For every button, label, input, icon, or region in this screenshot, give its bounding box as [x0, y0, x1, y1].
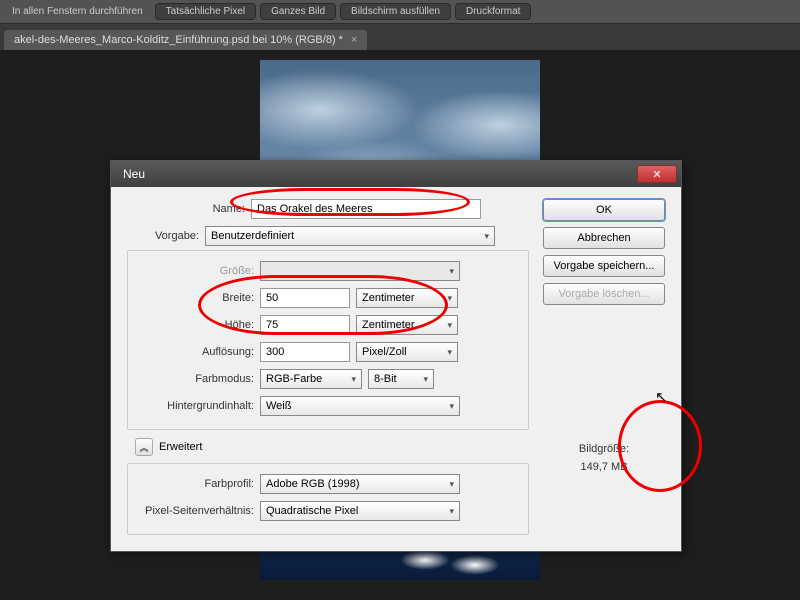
colormode-select[interactable]: RGB-Farbe [260, 369, 362, 389]
width-input[interactable] [260, 288, 350, 308]
cancel-button[interactable]: Abbrechen [543, 227, 665, 249]
preset-label: Vorgabe: [127, 230, 199, 242]
advanced-label: Erweitert [159, 441, 202, 453]
resolution-label: Auflösung: [136, 346, 254, 358]
background-label: Hintergrundinhalt: [136, 400, 254, 412]
toolbar-fit-image[interactable]: Ganzes Bild [260, 3, 336, 20]
width-label: Breite: [136, 292, 254, 304]
resolution-unit-select[interactable]: Pixel/Zoll [356, 342, 458, 362]
delete-preset-button: Vorgabe löschen... [543, 283, 665, 305]
bitdepth-select[interactable]: 8-Bit [368, 369, 434, 389]
save-preset-button[interactable]: Vorgabe speichern... [543, 255, 665, 277]
aspect-select[interactable]: Quadratische Pixel [260, 501, 460, 521]
toolbar-actual-pixels[interactable]: Tatsächliche Pixel [155, 3, 256, 20]
cursor-icon: ↖ [655, 388, 668, 406]
resolution-input[interactable] [260, 342, 350, 362]
document-tab[interactable]: akel-des-Meeres_Marco-Kolditz_Einführung… [4, 30, 367, 50]
height-input[interactable] [260, 315, 350, 335]
height-label: Höhe: [136, 319, 254, 331]
colormode-label: Farbmodus: [136, 373, 254, 385]
size-label: Bildgröße: [543, 441, 665, 459]
tab-close-icon[interactable]: × [351, 34, 357, 46]
chevron-up-icon[interactable]: ︽ [135, 438, 153, 456]
profile-label: Farbprofil: [136, 478, 254, 490]
preset-select[interactable]: Benutzerdefiniert [205, 226, 495, 246]
aspect-label: Pixel-Seitenverhältnis: [136, 505, 254, 517]
size-label: Größe: [136, 265, 254, 277]
profile-select[interactable]: Adobe RGB (1998) [260, 474, 460, 494]
dialog-title: Neu [115, 167, 145, 181]
tab-title: akel-des-Meeres_Marco-Kolditz_Einführung… [14, 34, 343, 46]
size-select [260, 261, 460, 281]
background-select[interactable]: Weiß [260, 396, 460, 416]
dialog-titlebar[interactable]: Neu ✕ [111, 161, 681, 187]
dialog-side: OK Abbrechen Vorgabe speichern... Vorgab… [543, 199, 665, 535]
height-unit-select[interactable]: Zentimeter [356, 315, 458, 335]
toolbar-fill-screen[interactable]: Bildschirm ausfüllen [340, 3, 451, 20]
name-label: Name: [127, 203, 245, 215]
name-input[interactable] [251, 199, 481, 219]
dialog-form: Name: Vorgabe: Benutzerdefiniert Größe: … [127, 199, 529, 535]
size-value: 149,7 MB [543, 459, 665, 477]
close-icon[interactable]: ✕ [637, 165, 677, 183]
toolbar-print-size[interactable]: Druckformat [455, 3, 531, 20]
ok-button[interactable]: OK [543, 199, 665, 221]
image-size-info: Bildgröße: 149,7 MB [543, 441, 665, 476]
document-tabbar: akel-des-Meeres_Marco-Kolditz_Einführung… [0, 24, 800, 50]
toolbar-label: In allen Fenstern durchführen [4, 6, 151, 17]
new-document-dialog: Neu ✕ Name: Vorgabe: Benutzerdefiniert G… [110, 160, 682, 552]
width-unit-select[interactable]: Zentimeter [356, 288, 458, 308]
app-toolbar: In allen Fenstern durchführen Tatsächlic… [0, 0, 800, 24]
